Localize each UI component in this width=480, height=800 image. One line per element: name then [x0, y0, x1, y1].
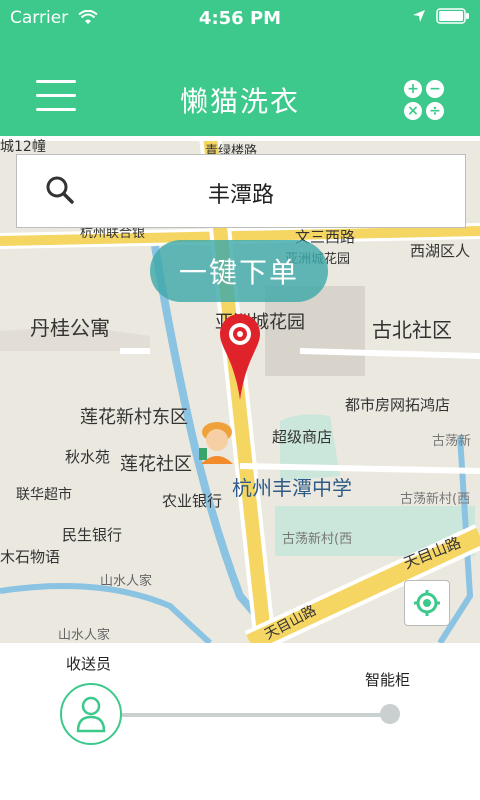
- battery-icon: [436, 8, 469, 24]
- locate-me-button[interactable]: [404, 580, 450, 626]
- map-label: 山水人家: [100, 574, 153, 589]
- courier-label: 收送员: [66, 655, 112, 673]
- map-label: 古荡新: [432, 434, 472, 449]
- app-header: 懒猫洗衣 + − × ÷: [0, 40, 480, 136]
- map-label: 莲花新村东区: [80, 407, 188, 428]
- map-label: 都市房网拓鸿店: [345, 396, 451, 414]
- locker-label: 智能柜: [365, 671, 411, 689]
- times-icon: ×: [404, 102, 422, 120]
- status-right: [412, 8, 470, 24]
- map-label: 丹桂公寓: [30, 316, 110, 340]
- plus-icon: +: [404, 80, 422, 98]
- map-label: 古荡新村(西: [400, 492, 471, 507]
- divide-icon: ÷: [426, 102, 444, 120]
- courier-avatar-icon: [199, 422, 233, 464]
- status-time: 4:56 PM: [198, 8, 282, 29]
- mode-slider-track[interactable]: [120, 713, 390, 717]
- search-box[interactable]: 丰潭路: [16, 154, 466, 228]
- map-label: 城12幢: [0, 139, 46, 155]
- one-click-order-button[interactable]: 一键下单: [150, 240, 328, 302]
- calculator-button[interactable]: + − × ÷: [404, 80, 444, 120]
- map-label: 古北社区: [372, 318, 452, 342]
- map-label: 农业银行: [162, 492, 223, 510]
- status-bar: Carrier 4:56 PM: [0, 0, 480, 40]
- map-label: 秋水苑: [65, 448, 111, 466]
- map-label: 超级商店: [272, 428, 333, 446]
- map-label: 西湖区人: [410, 242, 471, 260]
- crosshair-icon: [414, 590, 440, 616]
- minus-icon: −: [426, 80, 444, 98]
- map-label: 联华超市: [16, 487, 72, 503]
- courier-mode-button[interactable]: [60, 683, 122, 745]
- locker-slider-knob[interactable]: [380, 704, 400, 724]
- map-label: 山水人家: [58, 628, 111, 643]
- map-label: 古荡新村(西: [282, 532, 353, 547]
- location-arrow-icon: [413, 10, 425, 22]
- map-label: 民生银行: [62, 526, 123, 544]
- map-view[interactable]: 城12幢 青绿楼路 杭州联合银 文三西路 亚洲城花园 西湖区人 丹桂公寓 亚洲城…: [0, 136, 480, 643]
- person-icon: [76, 696, 106, 733]
- map-label: 杭州丰潭中学: [232, 476, 352, 500]
- search-query: 丰潭路: [207, 183, 274, 208]
- map-label: 莲花社区: [120, 454, 192, 475]
- map-label: 木石物语: [0, 548, 61, 566]
- location-pin-icon: [220, 314, 260, 400]
- mode-selector: 收送员 智能柜: [0, 643, 480, 800]
